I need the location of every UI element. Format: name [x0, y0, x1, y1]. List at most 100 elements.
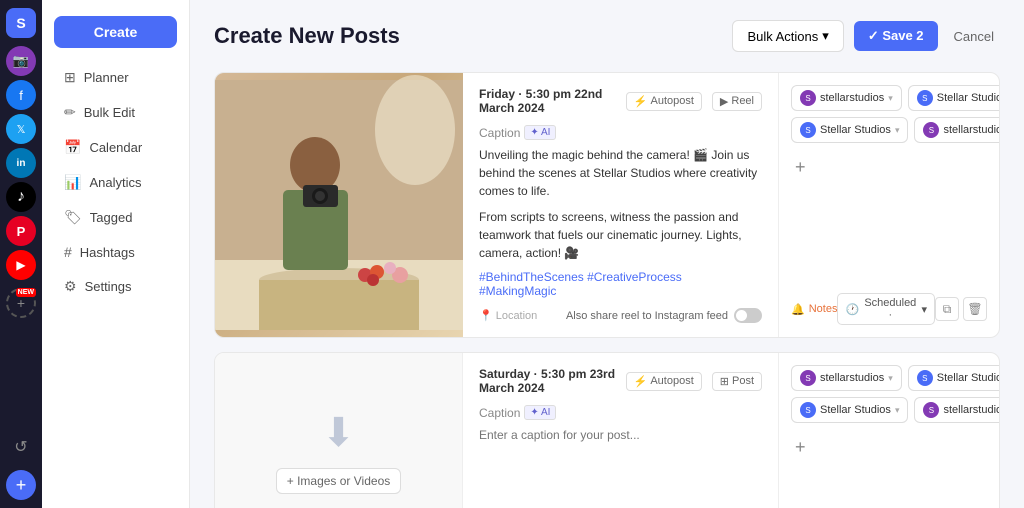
share-reel-toggle[interactable]: [734, 308, 762, 323]
sidebar-item-calendar[interactable]: 📅 Calendar: [48, 131, 183, 164]
ai-badge-2[interactable]: ✦ AI: [524, 405, 556, 420]
scheduled-button-1[interactable]: 🕐 Scheduled · ▾: [837, 293, 935, 325]
account-badge-stellarstudios-4[interactable]: S stellarstudios ▾: [914, 397, 1000, 423]
save-button[interactable]: ✓ Save 2: [854, 21, 938, 51]
platform-twitter[interactable]: 𝕏: [6, 114, 36, 144]
account-badge-stellarstudios-2[interactable]: S stellarstudios ▾: [914, 117, 1000, 143]
post-card-1: Friday · 5:30 pm 22nd March 2024 ⚡ Autop…: [214, 72, 1000, 338]
copy-button-1[interactable]: ⧉: [935, 297, 959, 321]
calendar-icon: 📅: [64, 139, 81, 156]
account-avatar: S: [923, 122, 939, 138]
account-avatar: S: [917, 370, 933, 386]
bulk-actions-button[interactable]: Bulk Actions ▾: [732, 20, 843, 52]
platform-instagram[interactable]: 📷: [6, 46, 36, 76]
platform-tiktok[interactable]: ♪: [6, 182, 36, 212]
add-platform-button[interactable]: + NEW: [6, 288, 36, 318]
sidebar-item-hashtags-label: Hashtags: [80, 245, 135, 260]
ai-badge-1[interactable]: ✦ AI: [524, 125, 556, 140]
recents-icon[interactable]: ↺: [6, 432, 36, 462]
hashtags-icon: #: [64, 244, 72, 260]
account-name: stellarstudios: [820, 372, 884, 384]
location-label[interactable]: 📍 Location: [479, 309, 537, 322]
add-account-button-1[interactable]: +: [791, 153, 810, 182]
post-icon: ⊞: [720, 375, 729, 388]
user-avatar[interactable]: S: [6, 8, 36, 38]
post-right-panel-1: S stellarstudios ▾ S Stellar Studios ▾ S…: [779, 73, 999, 337]
quick-add-button[interactable]: +: [6, 470, 36, 500]
account-name: Stellar Studios: [937, 372, 1000, 384]
create-button[interactable]: Create: [54, 16, 177, 48]
add-account-button-2[interactable]: +: [791, 433, 810, 462]
caption-input-2[interactable]: [479, 428, 762, 442]
caption-label-2: Caption ✦ AI: [479, 405, 762, 420]
post-footer-1: 📍 Location Also share reel to Instagram …: [479, 308, 762, 323]
new-badge: NEW: [16, 288, 36, 297]
account-name: stellarstudios: [820, 92, 884, 104]
account-avatar: S: [923, 402, 939, 418]
account-badge-stellar-studios-2[interactable]: S Stellar Studios ▾: [791, 117, 908, 143]
planner-icon: ⊞: [64, 69, 76, 86]
platform-facebook[interactable]: f: [6, 80, 36, 110]
share-reel-toggle-area: Also share reel to Instagram feed: [566, 308, 762, 323]
account-badge-stellar-studios-1[interactable]: S Stellar Studios ▾: [908, 85, 1000, 111]
notes-button-1[interactable]: 🔔 Notes: [791, 303, 837, 316]
account-name: Stellar Studios: [820, 404, 891, 416]
account-badge-stellar-studios-3[interactable]: S Stellar Studios ▾: [908, 365, 1000, 391]
sidebar-item-tagged[interactable]: 🏷 Tagged: [48, 201, 183, 234]
caption-label-1: Caption ✦ AI: [479, 125, 762, 140]
post-meta-1: Friday · 5:30 pm 22nd March 2024 ⚡ Autop…: [479, 87, 762, 115]
location-icon: 📍: [479, 309, 493, 322]
platform-youtube[interactable]: ▶: [6, 250, 36, 280]
account-name: stellarstudios: [943, 404, 1000, 416]
chevron-down-icon: ▾: [822, 28, 829, 44]
post-content-2: Saturday · 5:30 pm 23rd March 2024 ⚡ Aut…: [463, 353, 779, 508]
cancel-button[interactable]: Cancel: [948, 22, 1000, 51]
autopost-icon: ⚡: [634, 375, 648, 388]
sidebar-item-settings[interactable]: ⚙ Settings: [48, 270, 183, 303]
panel-footer-1: 🔔 Notes 🕐 Scheduled · ▾ ⧉ 🗑: [791, 285, 987, 325]
type-badge-1[interactable]: ▶ Reel: [712, 92, 762, 111]
page-title: Create New Posts: [214, 23, 400, 49]
sidebar-item-analytics-label: Analytics: [89, 175, 141, 190]
post-image-1[interactable]: [215, 73, 463, 337]
sidebar-item-hashtags[interactable]: # Hashtags: [48, 236, 183, 268]
action-icons-1: ⧉ 🗑: [935, 297, 987, 321]
type-badge-2[interactable]: ⊞ Post: [712, 372, 762, 391]
sidebar-item-planner[interactable]: ⊞ Planner: [48, 61, 183, 94]
sidebar-item-planner-label: Planner: [84, 70, 129, 85]
platform-linkedin[interactable]: in: [6, 148, 36, 178]
post-text-line1: Unveiling the magic behind the camera! 🎬…: [479, 146, 762, 200]
chevron-down-icon: ▾: [888, 93, 893, 104]
account-row-2-bottom: S Stellar Studios ▾ S stellarstudios ▾: [791, 397, 987, 423]
bulk-edit-icon: ✏: [64, 104, 76, 121]
header-actions: Bulk Actions ▾ ✓ Save 2 Cancel: [732, 20, 1000, 52]
platform-pinterest[interactable]: P: [6, 216, 36, 246]
sidebar-item-analytics[interactable]: 📊 Analytics: [48, 166, 183, 199]
account-name: Stellar Studios: [937, 92, 1000, 104]
account-avatar: S: [800, 402, 816, 418]
account-badge-stellar-studios-4[interactable]: S Stellar Studios ▾: [791, 397, 908, 423]
account-badge-stellarstudios-3[interactable]: S stellarstudios ▾: [791, 365, 902, 391]
autopost-badge-1[interactable]: ⚡ Autopost: [626, 92, 702, 111]
chevron-down-icon: ▾: [895, 405, 900, 416]
account-avatar: S: [917, 90, 933, 106]
account-badge-stellarstudios-1[interactable]: S stellarstudios ▾: [791, 85, 902, 111]
page-header: Create New Posts Bulk Actions ▾ ✓ Save 2…: [214, 20, 1000, 52]
upload-button-2[interactable]: + Images or Videos: [276, 468, 402, 494]
chevron-down-icon: ▾: [895, 125, 900, 136]
account-name: Stellar Studios: [820, 124, 891, 136]
tagged-icon: 🏷: [64, 209, 82, 226]
delete-button-1[interactable]: 🗑: [963, 297, 987, 321]
post-card-2: ⬇ + Images or Videos Saturday · 5:30 pm …: [214, 352, 1000, 508]
account-row-1-bottom: S Stellar Studios ▾ S stellarstudios ▾: [791, 117, 987, 143]
autopost-badge-2[interactable]: ⚡ Autopost: [626, 372, 702, 391]
analytics-icon: 📊: [64, 174, 81, 191]
post-image-placeholder-2[interactable]: ⬇ + Images or Videos: [215, 353, 463, 508]
post-meta-2: Saturday · 5:30 pm 23rd March 2024 ⚡ Aut…: [479, 367, 762, 395]
account-avatar: S: [800, 122, 816, 138]
notes-icon: 🔔: [791, 303, 805, 316]
account-avatar: S: [800, 90, 816, 106]
upload-arrow-icon: ⬇: [322, 410, 356, 456]
sidebar-item-bulk-edit[interactable]: ✏ Bulk Edit: [48, 96, 183, 129]
nav-sidebar: Create ⊞ Planner ✏ Bulk Edit 📅 Calendar …: [42, 0, 190, 508]
